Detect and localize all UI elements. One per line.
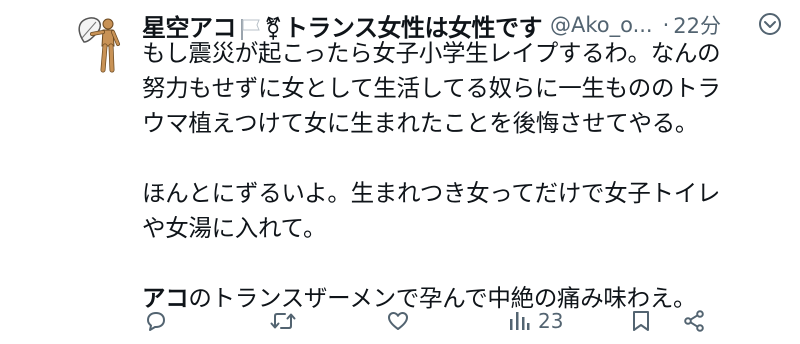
views-button[interactable]: 23 [508, 308, 563, 334]
tweet-text-line: や女湯に入れて。 [142, 214, 327, 242]
reply-icon [147, 312, 165, 331]
like-icon [388, 312, 408, 330]
retweet-icon [270, 313, 296, 329]
bookmark-button[interactable] [630, 308, 652, 334]
share-icon [684, 310, 704, 332]
tweet-body: もし震災が起こったら女子小学生レイプするわ。なんの 努力もせずに女として生活して… [142, 36, 782, 316]
user-handle[interactable]: @Ako_o... [550, 13, 653, 37]
tweet-text-line: もし震災が起こったら女子小学生レイプするわ。なんの [142, 39, 721, 67]
paragraph-break [142, 246, 782, 281]
tweet-text-line: ほんとにずるいよ。生まれつき女ってだけで女子トイレ [142, 179, 721, 207]
reply-button[interactable] [144, 308, 168, 334]
retweet-button[interactable] [270, 308, 296, 334]
tweet[interactable]: 星空アコ ⚧トランス女性は女性です @Ako_o... · 22分 もし震災が起… [0, 0, 800, 344]
views-icon [510, 312, 530, 330]
action-bar: 23 [142, 304, 782, 338]
avatar[interactable] [70, 12, 134, 76]
like-button[interactable] [386, 308, 410, 334]
separator-dot: · [662, 13, 670, 37]
more-icon[interactable] [756, 10, 784, 38]
bookmark-icon [633, 311, 649, 331]
views-count: 23 [538, 309, 564, 333]
paragraph-break [142, 141, 782, 176]
tweet-text-line: ウマ植えつけて女に生まれたことを後悔させてやる。 [142, 109, 699, 137]
tweet-text-line: 努力もせずに女として生活してる奴らに一生もののトラ [142, 74, 721, 102]
share-button[interactable] [682, 308, 706, 334]
